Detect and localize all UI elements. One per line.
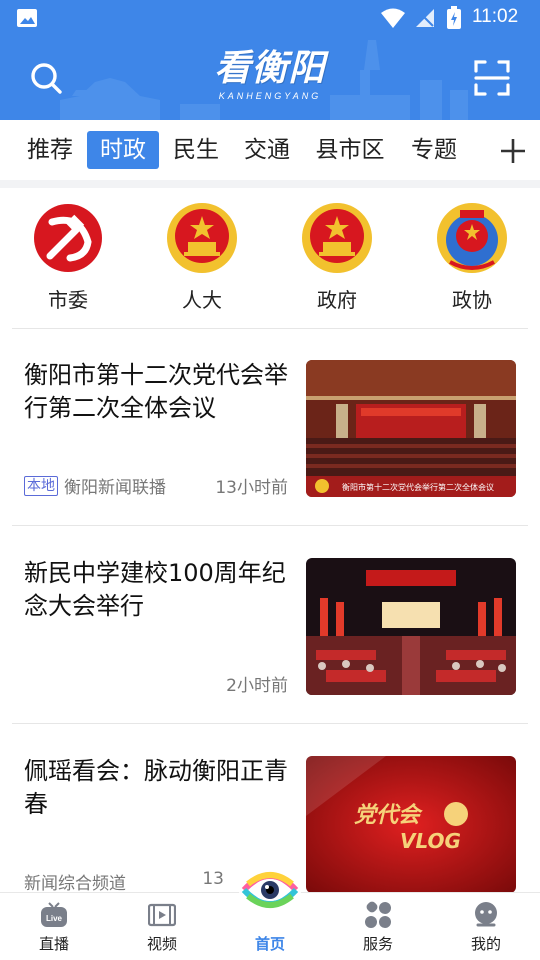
battery-icon: [447, 6, 461, 29]
logo-text: 看衡阳: [214, 48, 326, 89]
add-channel-icon[interactable]: [498, 136, 528, 166]
news-meta: 本地 衡阳新闻联播 13小时前: [24, 473, 288, 498]
shortcut-government[interactable]: 政府: [287, 200, 387, 320]
app-header: 11:02 看衡阳 KANHENGYANG: [0, 0, 540, 120]
news-time: 13小时前: [215, 478, 288, 498]
party-emblem-icon: [34, 204, 102, 272]
news-meta: 2小时前: [24, 671, 288, 696]
news-item[interactable]: 衡阳市第十二次党代会举行第二次全体会议 本地 衡阳新闻联播 13小时前 衡阳市第十…: [0, 329, 540, 525]
logo-subtext: KANHENGYANG: [218, 91, 322, 101]
nav-live[interactable]: Live 直播: [0, 893, 108, 960]
news-title: 佩瑶看会：脉动衡阳正青春: [24, 757, 288, 818]
tab-counties[interactable]: 县市区: [306, 131, 394, 169]
nav-label: 直播: [38, 935, 69, 953]
shortcut-peoples-congress[interactable]: 人大: [152, 200, 252, 320]
status-bar: 11:02: [0, 0, 540, 36]
gallery-notification-icon: [17, 9, 37, 27]
nav-label: 我的: [470, 935, 501, 953]
wifi-icon: [381, 8, 405, 28]
nav-services[interactable]: 服务: [324, 893, 432, 960]
nav-profile[interactable]: 我的: [432, 893, 540, 960]
news-thumbnail-conference: 衡阳市第十二次党代会举行第二次全体会议: [306, 360, 516, 497]
shortcut-label: 人大: [182, 288, 222, 312]
shortcut-label: 政协: [452, 288, 492, 312]
news-time: 13: [202, 869, 224, 889]
home-eye-icon[interactable]: [238, 858, 302, 922]
nav-video[interactable]: 视频: [108, 893, 216, 960]
government-shortcuts: 市委 人大 政府 政协: [0, 188, 540, 328]
news-title: 衡阳市第十二次党代会举行第二次全体会议: [24, 361, 288, 422]
nav-label: 视频: [146, 935, 177, 953]
profile-icon: [475, 902, 497, 927]
tab-topics[interactable]: 专题: [402, 131, 466, 169]
shortcut-party-committee[interactable]: 市委: [18, 200, 118, 320]
tab-recommend[interactable]: 推荐: [18, 131, 82, 169]
shortcut-cppcc[interactable]: 政协: [422, 200, 522, 320]
thumbnail-caption-main: 党代会: [354, 803, 423, 828]
national-emblem-icon: [167, 203, 237, 273]
news-source: 新闻综合频道: [24, 874, 126, 894]
tab-traffic[interactable]: 交通: [235, 131, 299, 169]
scan-icon[interactable]: [472, 58, 512, 98]
thumbnail-caption-sub: VLOG: [400, 829, 461, 853]
section-divider: [0, 180, 540, 188]
nav-label: 服务: [362, 935, 393, 953]
live-tv-icon: Live: [41, 902, 67, 927]
tab-livelihood[interactable]: 民生: [164, 131, 228, 169]
list-divider: [12, 525, 528, 526]
news-thumbnail-vlog: 党代会 VLOG: [306, 756, 516, 893]
status-time: 11:02: [472, 6, 519, 27]
thumbnail-caption: 衡阳市第十二次党代会举行第二次全体会议: [342, 482, 494, 492]
svg-text:Live: Live: [46, 914, 63, 923]
video-icon: [148, 903, 176, 927]
list-divider: [12, 723, 528, 724]
services-icon: [365, 901, 391, 928]
category-tabs: 推荐 时政 民生 交通 县市区 专题: [0, 120, 540, 180]
cppcc-emblem-icon: [437, 203, 507, 273]
news-time: 2小时前: [226, 676, 288, 696]
search-icon[interactable]: [26, 58, 66, 98]
tab-politics[interactable]: 时政: [87, 131, 159, 169]
news-title: 新民中学建校100周年纪念大会举行: [24, 559, 286, 620]
nav-label: 首页: [254, 935, 285, 953]
national-emblem-icon: [302, 203, 372, 273]
local-tag-badge: 本地: [24, 475, 58, 496]
shortcut-label: 政府: [317, 288, 357, 312]
no-signal-icon: [416, 9, 434, 27]
shortcut-label: 市委: [48, 288, 88, 312]
news-item[interactable]: 新民中学建校100周年纪念大会举行 2小时前: [0, 527, 540, 723]
news-thumbnail-anniversary: [306, 558, 516, 695]
app-logo: 看衡阳 KANHENGYANG: [200, 48, 340, 108]
news-source: 衡阳新闻联播: [64, 478, 166, 498]
